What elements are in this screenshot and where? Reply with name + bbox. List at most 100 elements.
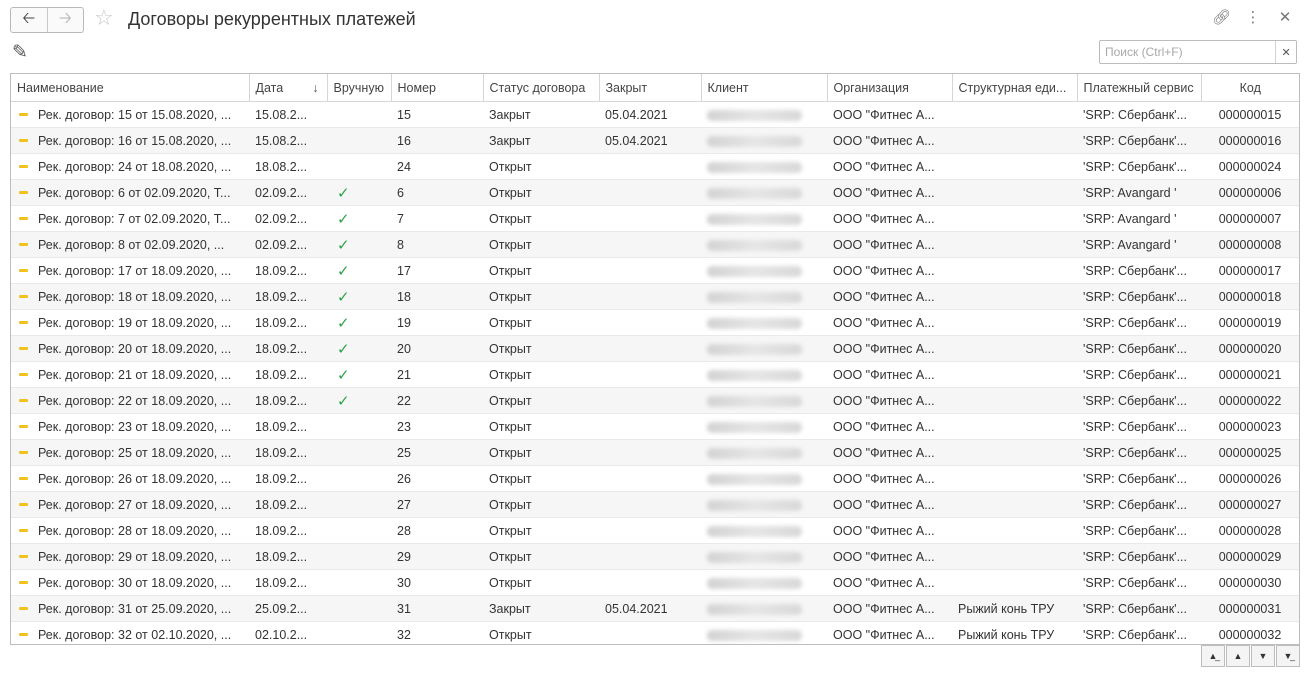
cell-closed [599,179,701,206]
cell-status: Закрыт [483,595,599,622]
redacted-client-name [707,473,802,485]
table-row[interactable]: Рек. договор: 6 от 02.09.2020, Т... 02.09… [11,179,1299,206]
table-row[interactable]: Рек. договор: 17 от 18.09.2020, ... 18.09… [11,257,1299,284]
table-row[interactable]: Рек. договор: 15 от 15.08.2020, ... 15.08… [11,101,1299,128]
column-header-date[interactable]: Дата ↓ [249,74,328,102]
cell-number: 21 [391,361,483,388]
table-row[interactable]: Рек. договор: 7 от 02.09.2020, Т... 02.09… [11,205,1299,232]
redacted-client-name [707,161,802,173]
table-row[interactable]: Рек. договор: 24 от 18.08.2020, ... 18.08… [11,153,1299,180]
table-row[interactable]: Рек. договор: 22 от 18.09.2020, ... 18.09… [11,387,1299,414]
cell-date: 18.08.2... [249,153,327,180]
cell-date: 18.09.2... [249,309,327,336]
cell-status: Открыт [483,569,599,596]
cell-date: 02.09.2... [249,205,327,232]
cell-organization: ООО "Фитнес А... [827,595,952,622]
contract-status-icon [19,580,28,584]
close-icon[interactable]: ✕ [1276,8,1294,26]
table-row[interactable]: Рек. договор: 29 от 18.09.2020, ... 18.09… [11,543,1299,570]
column-header-payment-service[interactable]: Платежный сервис [1077,74,1202,102]
table-row[interactable]: Рек. договор: 31 от 25.09.2020, ... 25.09… [11,595,1299,622]
cell-unit [952,179,1077,206]
cell-unit [952,491,1077,518]
search-clear-button[interactable]: ✕ [1275,41,1296,63]
cell-code: 000000018 [1201,283,1299,310]
cell-closed: 05.04.2021 [599,127,701,154]
cell-unit [952,387,1077,414]
column-header-date-label: Дата [255,80,284,95]
cell-date: 02.09.2... [249,231,327,258]
cell-status: Открыт [483,283,599,310]
cell-code: 000000022 [1201,387,1299,414]
cell-payment-service: 'SRP: Сбербанк'... [1077,569,1201,596]
table-row[interactable]: Рек. договор: 20 от 18.09.2020, ... 18.09… [11,335,1299,362]
cell-code: 000000006 [1201,179,1299,206]
scroll-up-icon: ▲ [1233,651,1243,661]
column-header-name[interactable]: Наименование [11,74,250,102]
scroll-to-top-button[interactable]: ▲̲ [1201,645,1225,667]
redacted-client-name [707,499,802,511]
cell-organization: ООО "Фитнес А... [827,309,952,336]
table-row[interactable]: Рек. договор: 19 от 18.09.2020, ... 18.09… [11,309,1299,336]
cell-client [701,231,827,258]
cell-organization: ООО "Фитнес А... [827,179,952,206]
cell-date: 18.09.2... [249,413,327,440]
column-header-code[interactable]: Код [1201,74,1299,102]
cell-manual [327,127,391,154]
table-row[interactable]: Рек. договор: 26 от 18.09.2020, ... 18.09… [11,465,1299,492]
table-row[interactable]: Рек. договор: 21 от 18.09.2020, ... 18.09… [11,361,1299,388]
column-header-client[interactable]: Клиент [701,74,828,102]
cell-name-text: Рек. договор: 21 от 18.09.2020, ... [38,367,232,382]
column-header-closed[interactable]: Закрыт [599,74,702,102]
cell-unit [952,439,1077,466]
table-row[interactable]: Рек. договор: 18 от 18.09.2020, ... 18.09… [11,283,1299,310]
cell-status: Закрыт [483,101,599,128]
cell-status: Открыт [483,257,599,284]
column-header-unit[interactable]: Структурная еди... [952,74,1078,102]
contract-status-icon [19,268,28,272]
link-icon[interactable]: 🔗︎ [1212,8,1231,26]
cell-status: Открыт [483,309,599,336]
table-row[interactable]: Рек. договор: 30 от 18.09.2020, ... 18.09… [11,569,1299,596]
scroll-up-button[interactable]: ▲ [1226,645,1250,667]
table-row[interactable]: Рек. договор: 16 от 15.08.2020, ... 15.08… [11,127,1299,154]
contracts-table[interactable]: Наименование Дата ↓ Вручную Номер Статус … [10,73,1300,645]
cell-name-text: Рек. договор: 15 от 15.08.2020, ... [38,107,232,122]
column-header-number[interactable]: Номер [391,74,484,102]
forward-button[interactable]: 🡢 [46,8,84,32]
checkmark-icon: ✓ [337,210,350,228]
column-header-status[interactable]: Статус договора [483,74,600,102]
scroll-to-bottom-button[interactable]: ▼̲ [1276,645,1300,667]
cell-closed [599,569,701,596]
table-row[interactable]: Рек. договор: 25 от 18.09.2020, ... 18.09… [11,439,1299,466]
table-row[interactable]: Рек. договор: 32 от 02.10.2020, ... 02.10… [11,621,1299,644]
cell-client [701,179,827,206]
cell-date: 18.09.2... [249,465,327,492]
cell-unit [952,413,1077,440]
star-icon[interactable]: ☆ [94,6,114,30]
cell-organization: ООО "Фитнес А... [827,283,952,310]
cell-manual: ✓ [327,335,391,362]
cell-code: 000000028 [1201,517,1299,544]
more-vertical-icon[interactable]: ⋮ [1244,8,1262,26]
pencil-icon[interactable]: ✎ [12,41,28,64]
cell-unit [952,465,1077,492]
cell-closed [599,309,701,336]
cell-status: Открыт [483,231,599,258]
cell-payment-service: 'SRP: Сбербанк'... [1077,153,1201,180]
cell-name: Рек. договор: 7 от 02.09.2020, Т... [11,205,249,232]
cell-date: 02.10.2... [249,621,327,644]
cell-name: Рек. договор: 18 от 18.09.2020, ... [11,283,249,310]
table-row[interactable]: Рек. договор: 23 от 18.09.2020, ... 18.09… [11,413,1299,440]
search-input[interactable] [1100,42,1276,62]
table-row[interactable]: Рек. договор: 8 от 02.09.2020, ... 02.09.… [11,231,1299,258]
contract-status-icon [19,190,28,194]
table-row[interactable]: Рек. договор: 27 от 18.09.2020, ... 18.09… [11,491,1299,518]
column-header-manual[interactable]: Вручную [327,74,392,102]
scroll-down-button[interactable]: ▼ [1251,645,1275,667]
table-row[interactable]: Рек. договор: 28 от 18.09.2020, ... 18.09… [11,517,1299,544]
back-button[interactable]: 🡠 [11,8,47,32]
cell-manual [327,413,391,440]
cell-number: 23 [391,413,483,440]
column-header-organization[interactable]: Организация [827,74,953,102]
